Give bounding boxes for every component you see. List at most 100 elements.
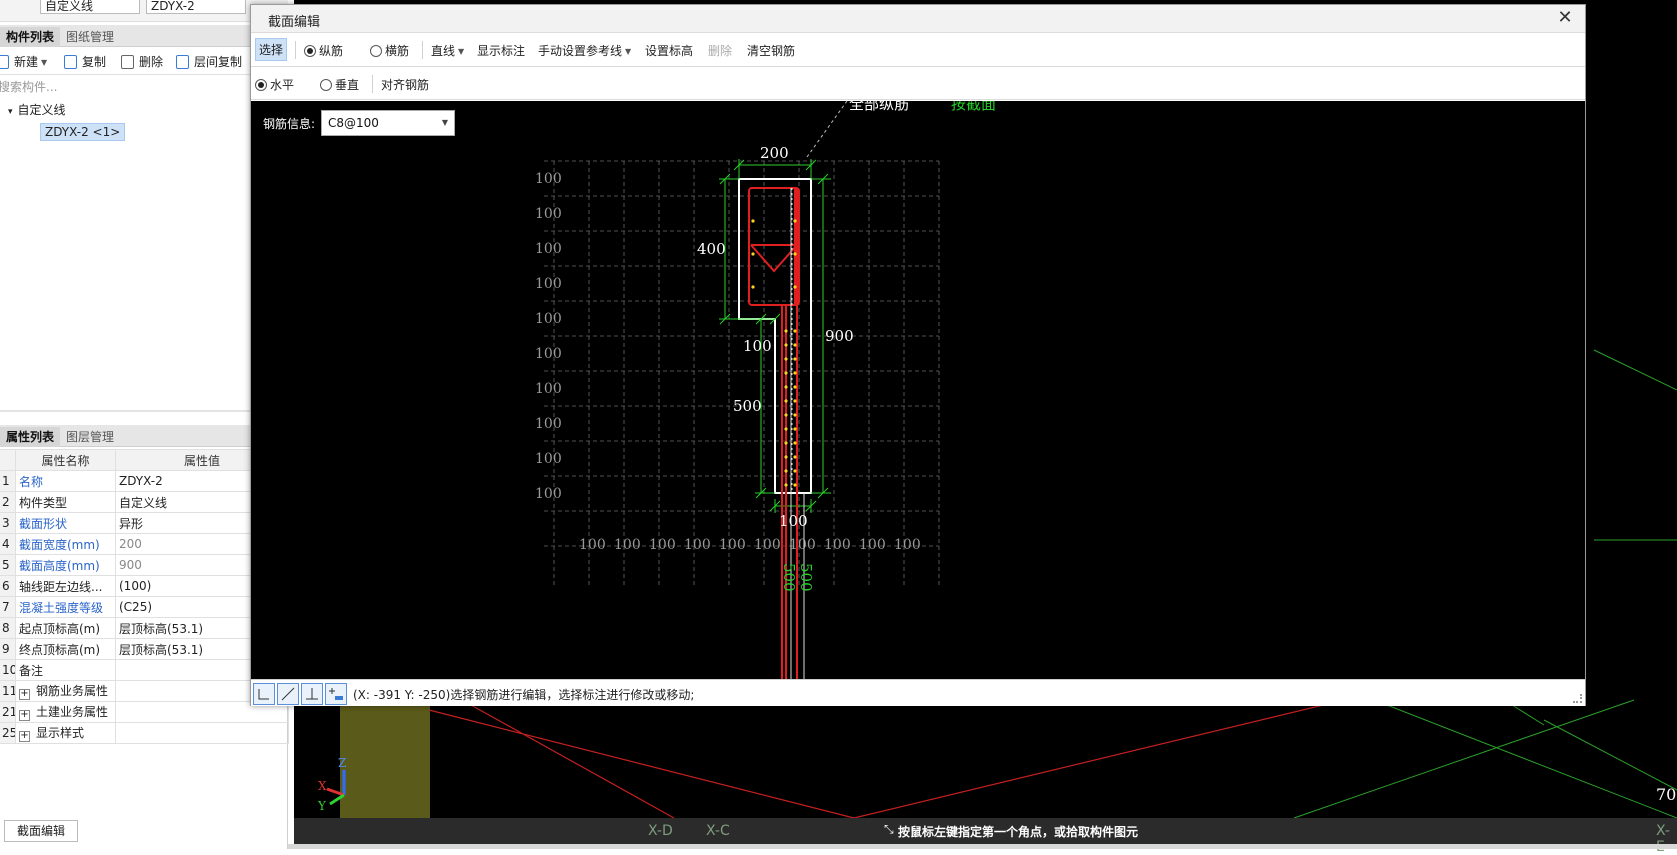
rebar-dot[interactable]: [784, 371, 788, 375]
rebar-dot[interactable]: [751, 252, 755, 256]
rebar-dot[interactable]: [784, 455, 788, 459]
table-row[interactable]: 21+土建业务属性: [0, 701, 289, 723]
rebar-dot[interactable]: [793, 329, 797, 333]
panel-divider[interactable]: [0, 410, 288, 412]
rebar-dot[interactable]: [793, 219, 797, 223]
rebar-dot[interactable]: [784, 483, 788, 487]
rebar-dot[interactable]: [793, 399, 797, 403]
pick-icon: ⤡: [884, 822, 894, 836]
anno-all-bars[interactable]: 全部纵筋: [849, 101, 909, 113]
component-search[interactable]: 搜索构件...: [0, 78, 286, 95]
close-icon[interactable]: ✕: [1555, 8, 1575, 28]
table-row[interactable]: 8 起点顶标高(m) 层顶标高(53.1): [0, 617, 289, 639]
perpendicular-icon[interactable]: [301, 683, 323, 705]
dim-500[interactable]: 500: [733, 397, 762, 415]
resize-grip-icon[interactable]: [1573, 694, 1582, 703]
rebar-dot[interactable]: [784, 329, 788, 333]
rebar-dot[interactable]: [784, 357, 788, 361]
table-row[interactable]: 25+显示样式: [0, 722, 289, 744]
horizontal-radio[interactable]: 水平: [255, 76, 294, 93]
table-row[interactable]: 4 截面宽度(mm) 200: [0, 533, 289, 555]
delete-button[interactable]: 删除: [121, 53, 163, 71]
trans-bar-radio[interactable]: 横筋: [370, 42, 409, 59]
delete-button-disabled[interactable]: 删除: [708, 42, 732, 59]
table-row[interactable]: 7 混凝土强度等级 (C25): [0, 596, 289, 618]
line-dropdown[interactable]: 直线 ▼: [431, 42, 464, 59]
rebar-dot[interactable]: [784, 385, 788, 389]
set-elevation-button[interactable]: 设置标高: [645, 42, 693, 59]
long-bar-radio[interactable]: 纵筋: [304, 42, 343, 59]
table-row[interactable]: 1 名称 ZDYX-2: [0, 470, 289, 492]
rebar-dot[interactable]: [793, 455, 797, 459]
section-canvas[interactable]: 100 100 100 100 100 100 100 100 100 100 100 100 100 1…: [251, 101, 1585, 679]
expand-icon[interactable]: +: [19, 710, 30, 721]
rebar-dot[interactable]: [793, 413, 797, 417]
anno-by-section[interactable]: 按截面: [951, 101, 996, 113]
tab-drawing-manage[interactable]: 图纸管理: [60, 27, 120, 47]
dim-400[interactable]: 400: [697, 240, 726, 258]
tab-property-list[interactable]: 属性列表: [0, 427, 61, 447]
copy-button[interactable]: 复制: [64, 53, 106, 71]
table-row[interactable]: 6 轴线距左边线... (100): [0, 575, 289, 597]
rebar-dot[interactable]: [793, 441, 797, 445]
dialog-toolbar-1: 选择 纵筋 横筋 直线 ▼ 显示标注 手动设置参考线 ▼ 设置标高 删除 清空钢筋: [251, 33, 1585, 67]
manual-ref-dropdown[interactable]: 手动设置参考线 ▼: [538, 42, 631, 59]
rebar-info-select[interactable]: C8@100 ▼: [321, 110, 455, 136]
expand-icon[interactable]: +: [19, 689, 30, 700]
offset-icon[interactable]: [325, 683, 347, 705]
rebar-dot[interactable]: [784, 469, 788, 473]
ortho-mode-icon[interactable]: [253, 683, 275, 705]
rebar-dot[interactable]: [793, 469, 797, 473]
grid-label-row: 100: [535, 486, 562, 502]
grid-label-row: 100: [535, 171, 562, 187]
table-row[interactable]: 9 终点顶标高(m) 层顶标高(53.1): [0, 638, 289, 660]
clear-rebar-button[interactable]: 清空钢筋: [747, 42, 795, 59]
rebar-dot[interactable]: [751, 219, 755, 223]
tree-expand-icon[interactable]: ▾: [8, 107, 13, 117]
dim-500-vertical-a[interactable]: 500: [780, 563, 798, 592]
dialog-titlebar[interactable]: 截面编辑 ✕: [251, 5, 1585, 33]
rebar-dot[interactable]: [793, 357, 797, 361]
type-combo[interactable]: 自定义线: [40, 0, 140, 14]
rebar-dot[interactable]: [784, 427, 788, 431]
align-rebar-button[interactable]: 对齐钢筋: [381, 76, 429, 93]
rebar-dot[interactable]: [784, 343, 788, 347]
section-edit-button[interactable]: 截面编辑: [4, 820, 78, 842]
rebar-dot[interactable]: [784, 413, 788, 417]
rebar-dot[interactable]: [793, 252, 797, 256]
rebar-dot[interactable]: [793, 371, 797, 375]
select-button[interactable]: 选择: [255, 38, 288, 61]
new-button[interactable]: 新建 ▼: [0, 53, 47, 71]
table-row[interactable]: 3 截面形状 异形: [0, 512, 289, 534]
show-dim-button[interactable]: 显示标注: [477, 42, 525, 59]
tab-layer-manage[interactable]: 图层管理: [60, 427, 120, 447]
tab-component-list[interactable]: 构件列表: [0, 27, 61, 47]
rebar-dot[interactable]: [793, 427, 797, 431]
rebar-dot[interactable]: [784, 441, 788, 445]
table-row[interactable]: 11+钢筋业务属性: [0, 680, 289, 702]
tree-root-custom-line[interactable]: ▾ 自定义线: [8, 101, 66, 118]
rebar-dot[interactable]: [793, 285, 797, 289]
radio-off-icon: [370, 45, 382, 57]
expand-icon[interactable]: +: [19, 731, 30, 742]
dim-500-vertical-b[interactable]: 500: [797, 563, 815, 592]
floor-copy-button[interactable]: 层间复制: [176, 53, 242, 71]
vertical-radio[interactable]: 垂直: [320, 76, 359, 93]
rebar-dot[interactable]: [793, 385, 797, 389]
rebar-dot[interactable]: [793, 483, 797, 487]
dim-100-top[interactable]: 100: [743, 337, 772, 355]
dim-100-bottom[interactable]: 100: [779, 512, 808, 530]
rebar-dot[interactable]: [784, 399, 788, 403]
grid-label-col: 100: [579, 537, 606, 553]
table-row[interactable]: 10备注: [0, 659, 289, 681]
tree-item-zdyx2[interactable]: ZDYX-2 <1>: [40, 123, 126, 141]
rebar-dot[interactable]: [793, 343, 797, 347]
free-line-icon[interactable]: [277, 683, 299, 705]
dim-900[interactable]: 900: [825, 327, 854, 345]
component-combo[interactable]: ZDYX-2: [146, 0, 246, 14]
dim-200[interactable]: 200: [760, 144, 789, 162]
table-row[interactable]: 5 截面高度(mm) 900: [0, 554, 289, 576]
rebar-dot[interactable]: [751, 285, 755, 289]
dialog-toolbar-2: 水平 垂直 对齐钢筋: [251, 67, 1585, 100]
table-row[interactable]: 2 构件类型 自定义线: [0, 491, 289, 513]
